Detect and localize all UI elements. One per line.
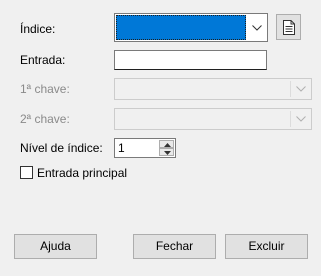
key2-label: 2ª chave:	[20, 112, 70, 126]
entry-label: Entrada:	[20, 53, 66, 67]
chevron-down-icon	[252, 24, 262, 31]
level-value[interactable]: 1	[118, 141, 125, 155]
level-label: Nível de índice:	[20, 141, 103, 155]
level-spinner[interactable]: 1	[114, 138, 176, 158]
key1-dropdown-button[interactable]	[291, 79, 311, 99]
triangle-up-icon	[164, 143, 171, 147]
index-label: Índice:	[20, 22, 56, 36]
triangle-down-icon	[164, 151, 171, 155]
main-entry-label[interactable]: Entrada principal	[37, 166, 127, 180]
key1-combo[interactable]	[114, 78, 312, 100]
index-combo-selection[interactable]	[116, 15, 246, 40]
main-entry-checkbox[interactable]	[20, 166, 33, 179]
index-dropdown-button[interactable]	[247, 14, 267, 41]
index-combo[interactable]	[114, 13, 268, 42]
help-button[interactable]: Ajuda	[14, 234, 97, 259]
key2-combo[interactable]	[114, 108, 312, 130]
delete-button[interactable]: Excluir	[225, 234, 308, 259]
key1-label: 1ª chave:	[20, 82, 70, 96]
new-index-button[interactable]	[276, 14, 301, 40]
chevron-down-icon	[296, 116, 306, 122]
spin-up-button[interactable]	[159, 140, 174, 148]
entry-field[interactable]	[114, 50, 267, 70]
chevron-down-icon	[296, 86, 306, 92]
document-icon	[283, 20, 295, 35]
key2-dropdown-button[interactable]	[291, 109, 311, 129]
close-button[interactable]: Fechar	[133, 234, 216, 259]
spin-down-button[interactable]	[159, 148, 174, 156]
